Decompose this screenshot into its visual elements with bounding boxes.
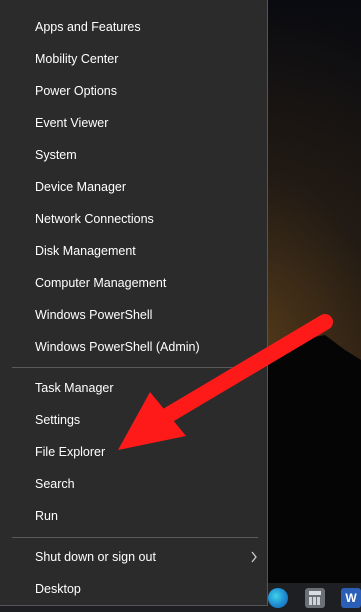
menu-item-apps-and-features[interactable]: Apps and Features	[0, 12, 266, 42]
menu-item-settings[interactable]: Settings	[0, 405, 266, 435]
menu-item-windows-powershell-admin[interactable]: Windows PowerShell (Admin)	[0, 332, 266, 362]
calculator-icon[interactable]	[305, 588, 325, 608]
menu-item-search[interactable]: Search	[0, 469, 266, 499]
word-icon[interactable]: W	[341, 588, 361, 608]
menu-separator	[12, 537, 258, 538]
menu-item-event-viewer[interactable]: Event Viewer	[0, 108, 266, 138]
menu-item-shut-down-or-sign-out[interactable]: Shut down or sign out	[0, 542, 266, 572]
menu-item-desktop[interactable]: Desktop	[0, 574, 266, 604]
menu-item-run[interactable]: Run	[0, 501, 266, 531]
edge-icon[interactable]	[268, 588, 288, 608]
word-icon-letter: W	[345, 591, 357, 605]
menu-item-file-explorer[interactable]: File Explorer	[0, 437, 266, 467]
winx-context-menu: Apps and Features Mobility Center Power …	[0, 0, 268, 606]
menu-item-device-manager[interactable]: Device Manager	[0, 172, 266, 202]
menu-separator	[12, 367, 258, 368]
menu-item-network-connections[interactable]: Network Connections	[0, 204, 266, 234]
chevron-right-icon	[251, 551, 257, 563]
menu-item-mobility-center[interactable]: Mobility Center	[0, 44, 266, 74]
menu-item-windows-powershell[interactable]: Windows PowerShell	[0, 300, 266, 330]
menu-item-system[interactable]: System	[0, 140, 266, 170]
menu-item-computer-management[interactable]: Computer Management	[0, 268, 266, 298]
menu-item-power-options[interactable]: Power Options	[0, 76, 266, 106]
menu-item-disk-management[interactable]: Disk Management	[0, 236, 266, 266]
menu-item-task-manager[interactable]: Task Manager	[0, 373, 266, 403]
